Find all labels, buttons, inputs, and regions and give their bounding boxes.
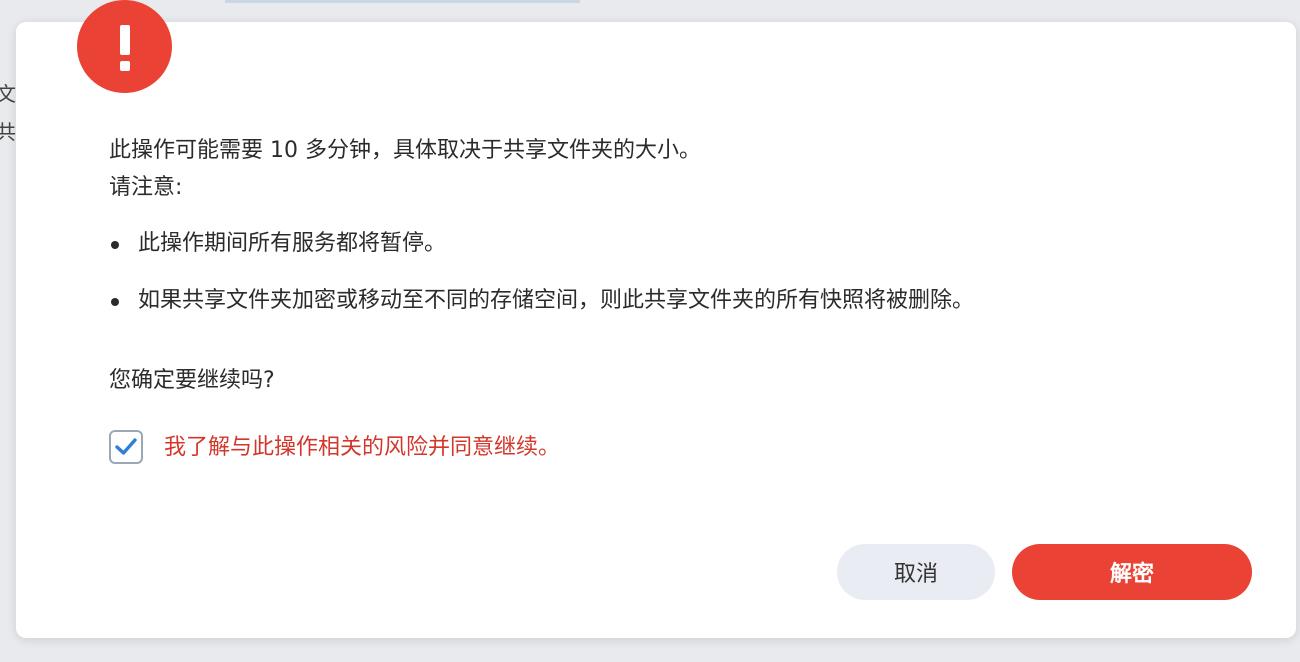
bullet-dot (111, 241, 119, 249)
cancel-button[interactable]: 取消 (837, 544, 995, 600)
background-text-fragment: 共 (0, 120, 16, 144)
exclamation-icon (119, 24, 130, 71)
risk-acknowledge-checkbox[interactable] (109, 430, 143, 464)
confirm-question: 您确定要继续吗? (109, 368, 275, 393)
bullet-item: 如果共享文件夹加密或移动至不同的存储空间，则此共享文件夹的所有快照将被删除。 (138, 288, 975, 313)
checkmark-icon (115, 438, 137, 455)
bullet-item: 此操作期间所有服务都将暂停。 (138, 231, 447, 256)
risk-acknowledge-label[interactable]: 我了解与此操作相关的风险并同意继续。 (164, 434, 560, 462)
confirm-dialog: 此操作可能需要 10 多分钟，具体取决于共享文件夹的大小。 请注意: 此操作期间… (16, 22, 1296, 638)
background-text-fragment: 文 (0, 82, 16, 106)
bullet-dot (111, 298, 119, 306)
background-window-edge (225, 0, 580, 3)
decrypt-button[interactable]: 解密 (1012, 544, 1252, 600)
alert-badge (77, 0, 172, 93)
message-line-duration: 此操作可能需要 10 多分钟，具体取决于共享文件夹的大小。 (109, 138, 701, 163)
message-line-note: 请注意: (109, 175, 183, 200)
